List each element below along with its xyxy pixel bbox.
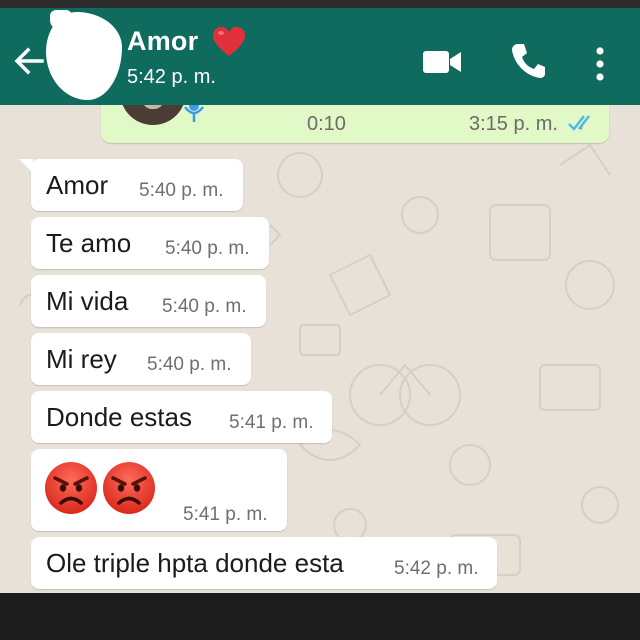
voice-duration: 0:10 — [307, 113, 346, 135]
message-text: Amor — [46, 170, 109, 200]
message-time: 5:40 p. m. — [139, 180, 224, 201]
back-arrow-icon[interactable] — [12, 44, 46, 78]
red-heart-icon — [213, 27, 245, 56]
chat-area[interactable]: 0:10 3:15 p. m. Amor 5:40 p. m. Te amo 5… — [0, 105, 640, 593]
voice-sender-avatar — [120, 105, 186, 125]
avatar-scribble — [50, 10, 72, 30]
angry-face-icon — [45, 462, 97, 514]
message-bubble[interactable]: Mi rey 5:40 p. m. — [31, 333, 251, 385]
message-bubble[interactable]: Mi vida 5:40 p. m. — [31, 275, 266, 327]
video-call-icon[interactable] — [422, 46, 462, 78]
message-bubble[interactable]: Donde estas 5:41 p. m. — [31, 391, 332, 443]
message-time: 5:41 p. m. — [183, 504, 268, 525]
message-text: Mi vida — [46, 286, 129, 316]
message-time: 5:40 p. m. — [147, 354, 232, 375]
message-time: 5:40 p. m. — [165, 238, 250, 259]
contact-name[interactable]: Amor — [127, 26, 198, 57]
message-bubble[interactable]: Ole triple hpta donde esta 5:42 p. m. — [31, 537, 497, 589]
double-check-read-icon — [568, 115, 590, 131]
last-seen-status: 5:42 p. m. — [127, 66, 216, 88]
message-time: 5:41 p. m. — [229, 412, 314, 433]
message-text: Mi rey — [46, 344, 117, 374]
message-time: 5:42 p. m. — [394, 558, 479, 579]
chat-header: Amor 5:42 p. m. — [0, 8, 640, 105]
message-bubble[interactable]: Amor 5:40 p. m. — [19, 159, 243, 211]
message-bubble[interactable]: 5:41 p. m. — [31, 449, 287, 531]
message-bubble[interactable]: Te amo 5:40 p. m. — [31, 217, 269, 269]
voice-message-bubble[interactable]: 0:10 3:15 p. m. — [101, 105, 609, 143]
message-text: Ole triple hpta donde esta — [46, 548, 344, 578]
microphone-icon — [184, 105, 204, 122]
angry-face-icon — [103, 462, 155, 514]
more-options-icon[interactable] — [590, 46, 610, 82]
message-time: 5:40 p. m. — [162, 296, 247, 317]
message-text: Donde estas — [46, 402, 192, 432]
bottom-bar — [0, 593, 640, 640]
message-text: Te amo — [46, 228, 132, 258]
message-time: 3:15 p. m. — [469, 113, 558, 135]
phone-call-icon[interactable] — [510, 42, 546, 80]
status-bar — [0, 0, 640, 8]
